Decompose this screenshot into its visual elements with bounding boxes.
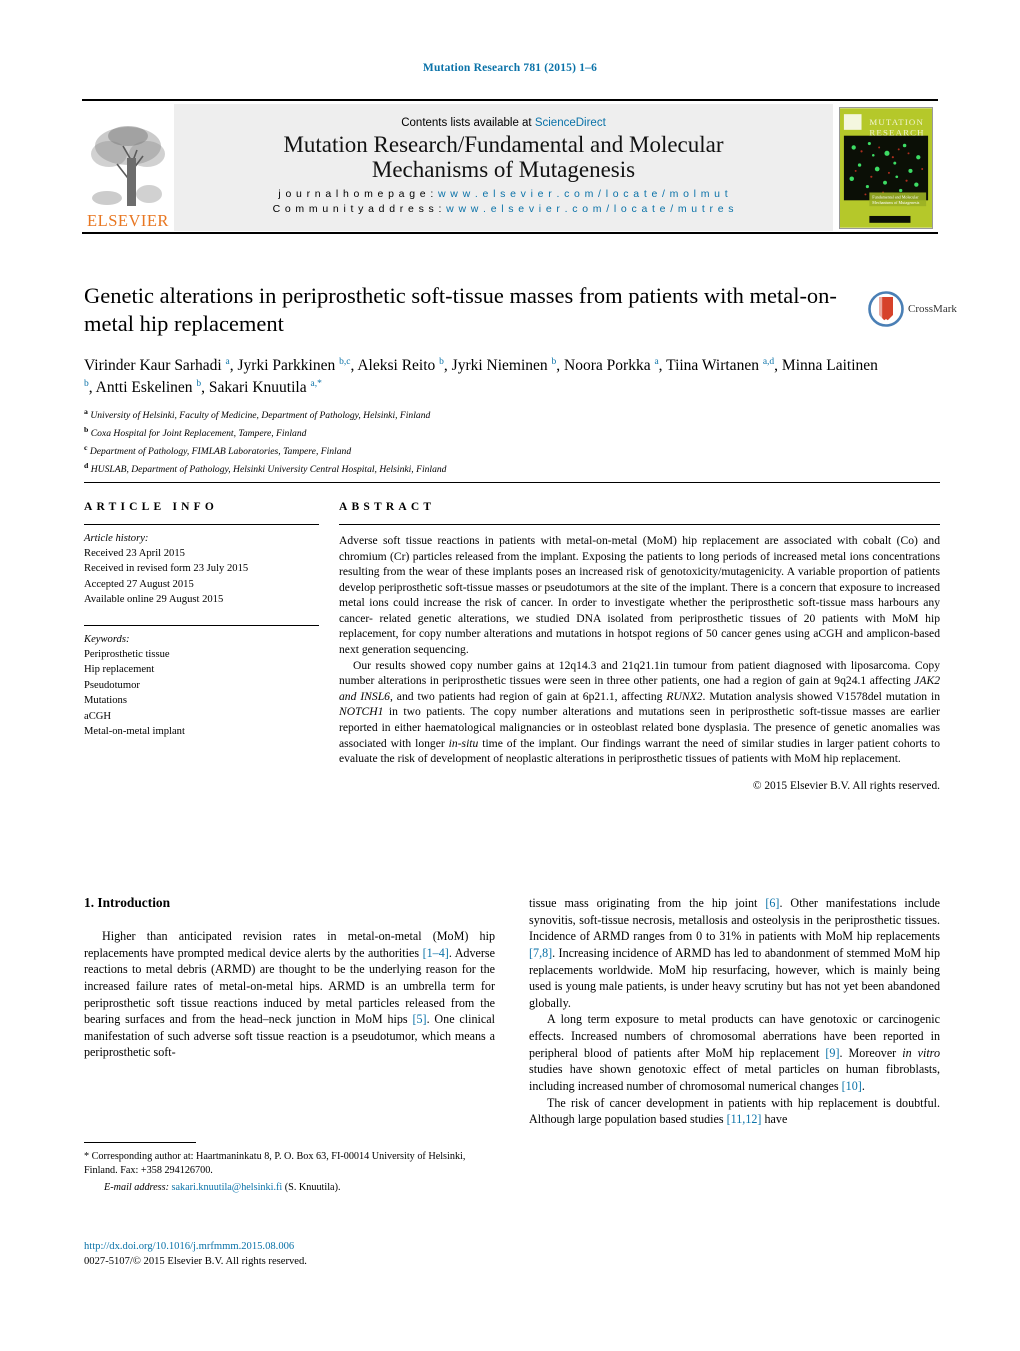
sciencedirect-link[interactable]: ScienceDirect [535, 117, 606, 129]
corresponding-author-footnote: * Corresponding author at: Haartmaninkat… [84, 1142, 495, 1195]
journal-cover-image: MUTATION RESEARCH Fundamental and Molecu… [838, 106, 933, 229]
body-column-right: tissue mass originating from the hip joi… [529, 895, 940, 1215]
intro-paragraph: Higher than anticipated revision rates i… [84, 929, 495, 1060]
journal-title-line2: Mechanisms of Mutagenesis [371, 157, 636, 183]
issn-copyright-line: 0027-5107/© 2015 Elsevier B.V. All right… [84, 1255, 307, 1267]
abstract-column: ABSTRACT Adverse soft tissue reactions i… [339, 501, 940, 792]
page-title: Genetic alterations in periprosthetic so… [84, 283, 837, 337]
keyword-item: Pseudotumor [84, 679, 140, 691]
abstract-paragraph: Adverse soft tissue reactions in patient… [339, 534, 940, 657]
keyword-item: Hip replacement [84, 664, 155, 676]
community-address-label: C o m m u n i t y a d d r e s s : [272, 203, 443, 216]
article-info-heading: ARTICLE INFO [84, 501, 219, 513]
affiliation-text: Coxa Hospital for Joint Replacement, Tam… [90, 428, 307, 440]
keyword-item: aCGH [84, 710, 112, 722]
svg-text:Fundamental and Molecular: Fundamental and Molecular [872, 194, 919, 199]
affiliation-text: Department of Pathology, FIMLAB Laborato… [89, 446, 352, 458]
affiliation-item: c Department of Pathology, FIMLAB Labora… [84, 442, 784, 460]
article-history-item: Received in revised form 23 July 2015 [84, 563, 249, 575]
article-info-rule [84, 524, 319, 525]
affiliation-marker: a [84, 407, 88, 416]
abstract-paragraph: Our results showed copy number gains at … [339, 658, 940, 766]
crossmark-label: CrossMark [908, 303, 957, 315]
doi-link[interactable]: http://dx.doi.org/10.1016/j.mrfmmm.2015.… [84, 1240, 514, 1255]
masthead-bottom-rule [82, 232, 938, 234]
article-history-item: Received 23 April 2015 [84, 548, 185, 559]
corresponding-author-text: * Corresponding author at: Haartmaninkat… [84, 1151, 466, 1177]
keyword-item: Mutations [84, 695, 127, 707]
contents-available-line: Contents lists available at ScienceDirec… [401, 117, 606, 129]
affiliation-marker: c [84, 443, 88, 453]
svg-text:MUTATION: MUTATION [869, 116, 924, 126]
title-area: Genetic alterations in periprosthetic so… [84, 282, 854, 339]
journal-cover-thumbnail[interactable]: MUTATION RESEARCH Fundamental and Molecu… [833, 104, 938, 231]
keyword-item: Metal-on-metal implant [84, 726, 185, 738]
footnote-rule [84, 1142, 196, 1143]
keyword-item: Periprosthetic tissue [84, 648, 170, 660]
affiliation-list: a University of Helsinki, Faculty of Med… [84, 406, 784, 479]
affiliation-marker: d [84, 461, 89, 471]
copyright-line: © 2015 Elsevier B.V. All rights reserved… [752, 779, 940, 792]
contents-prefix: Contents lists available at [401, 116, 535, 129]
crossmark-icon [868, 291, 904, 327]
journal-homepage-label: j o u r n a l h o m e p a g e : [278, 188, 435, 201]
keywords-label: Keywords: [84, 633, 130, 645]
email-suffix: (S. Knuutila). [282, 1181, 341, 1193]
elsevier-wordmark: ELSEVIER [87, 210, 169, 230]
journal-title: Mutation Research/Fundamental and Molecu… [283, 132, 723, 184]
author-list: Virinder Kaur Sarhadi a, Jyrki Parkkinen… [84, 356, 878, 397]
journal-title-line1: Mutation Research/Fundamental and Molecu… [283, 131, 724, 157]
abstract-rule [339, 524, 940, 525]
email-line: E-mail address: sakari.knuutila@helsinki… [84, 1181, 495, 1195]
affiliation-marker: b [84, 425, 89, 435]
affiliation-item: d HUSLAB, Department of Pathology, Helsi… [84, 460, 784, 478]
affiliation-text: University of Helsinki, Faculty of Medic… [90, 410, 431, 422]
community-address-url[interactable]: w w w . e l s e v i e r . c o m / l o c … [446, 203, 734, 215]
article-history-item: Available online 29 August 2015 [84, 594, 224, 606]
keywords-rule [84, 624, 319, 626]
journal-article-page: Mutation Research 781 (2015) 1–6 ELSEVIE… [0, 0, 1020, 1351]
journal-homepage-url[interactable]: w w w . e l s e v i e r . c o m / l o c … [438, 188, 729, 200]
affiliation-item: a University of Helsinki, Faculty of Med… [84, 406, 784, 424]
svg-text:RESEARCH: RESEARCH [869, 127, 924, 137]
email-link[interactable]: sakari.knuutila@helsinki.fi [172, 1182, 283, 1193]
elsevier-logo: ELSEVIER [82, 104, 174, 231]
running-head: Mutation Research 781 (2015) 1–6 [422, 62, 598, 74]
elsevier-tree-icon [87, 119, 169, 212]
svg-text:Mechanisms of Mutagenesis: Mechanisms of Mutagenesis [872, 200, 919, 205]
intro-paragraph: A long term exposure to metal products c… [529, 1012, 940, 1093]
journal-masthead: ELSEVIER Contents lists available at Sci… [82, 99, 938, 234]
affiliation-item: b Coxa Hospital for Joint Replacement, T… [84, 424, 784, 442]
article-history-item: Accepted 27 August 2015 [84, 578, 194, 590]
journal-homepage-line: j o u r n a l h o m e p a g e : w w w . … [278, 187, 728, 202]
affiliation-text: HUSLAB, Department of Pathology, Helsink… [90, 464, 447, 476]
article-history-label: Article history: [84, 533, 149, 544]
email-label: E-mail address: [104, 1181, 169, 1193]
article-info-column: ARTICLE INFO Article history: Received 2… [84, 501, 339, 740]
journal-band: Contents lists available at ScienceDirec… [174, 104, 833, 231]
intro-paragraph: tissue mass originating from the hip joi… [529, 896, 940, 1010]
article-info-abstract-panel: ARTICLE INFO Article history: Received 2… [84, 482, 940, 792]
section-heading-introduction: 1. Introduction [84, 895, 171, 910]
doi-block: http://dx.doi.org/10.1016/j.mrfmmm.2015.… [84, 1240, 514, 1270]
community-address-line: C o m m u n i t y a d d r e s s : w w w … [273, 202, 735, 217]
abstract-heading: ABSTRACT [339, 501, 436, 513]
intro-paragraph: The risk of cancer development in patien… [529, 1095, 940, 1127]
crossmark-badge[interactable]: CrossMark [868, 288, 963, 330]
